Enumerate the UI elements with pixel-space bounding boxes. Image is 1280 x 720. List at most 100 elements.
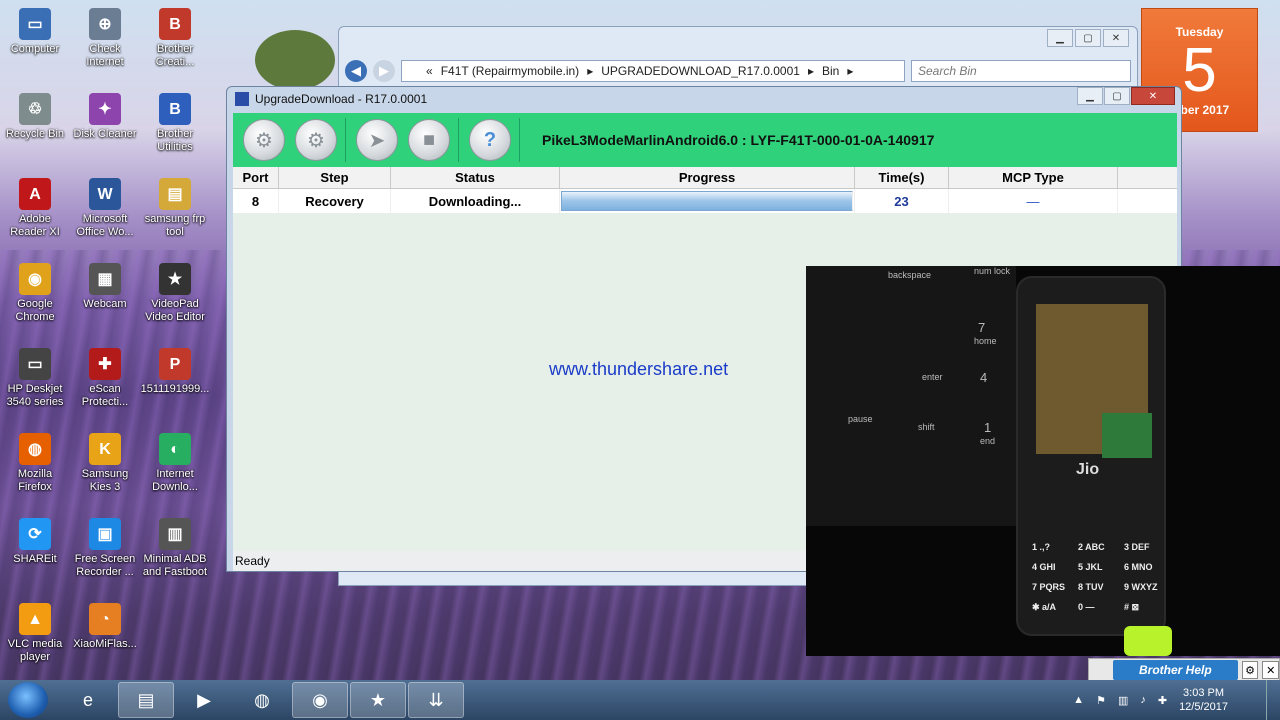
desktop-icon[interactable]: B Brother Utilities bbox=[140, 93, 210, 154]
settings-gear-icon[interactable]: ⚙ bbox=[243, 119, 285, 161]
search-input[interactable]: Search Bin bbox=[911, 60, 1131, 82]
chrome-icon[interactable]: ◉ bbox=[292, 682, 348, 718]
desktop-icon[interactable]: ✦ Disk Cleaner bbox=[70, 93, 140, 141]
file-explorer-icon[interactable]: ▤ bbox=[118, 682, 174, 718]
path-separator: ▸ bbox=[847, 64, 854, 78]
forward-button[interactable]: ▶ bbox=[373, 60, 395, 82]
close-button[interactable]: ✕ bbox=[1131, 87, 1175, 105]
address-bar[interactable]: « F41T (Repairmymobile.in) ▸ UPGRADEDOWN… bbox=[401, 60, 905, 82]
action-center-icon[interactable]: ⚑ bbox=[1096, 694, 1106, 707]
desktop-icon[interactable]: ▭ HP Deskjet 3540 series bbox=[0, 348, 70, 409]
volume-icon[interactable]: ♪ bbox=[1140, 694, 1146, 706]
key-label: shift bbox=[918, 422, 935, 432]
path-segment[interactable]: Bin bbox=[822, 64, 839, 78]
desktop-icon[interactable]: P 1511191999... bbox=[140, 348, 210, 396]
toolbar: ⚙ ⚙ ➤ ■ ? PikeL3ModeMarlinAndroid6.0 : L… bbox=[233, 113, 1177, 167]
start-button[interactable] bbox=[8, 682, 48, 718]
minimize-button[interactable]: ▁ bbox=[1077, 87, 1103, 105]
app-icon: ⊕ bbox=[89, 8, 121, 40]
app-icon: ◔ bbox=[89, 603, 121, 635]
phone-screen-glare bbox=[1102, 413, 1152, 458]
desktop-icon[interactable]: ◐ Internet Downlo... bbox=[140, 433, 210, 494]
desktop-icon-label: Disk Cleaner bbox=[73, 128, 137, 140]
settings-gear-icon[interactable]: ⚙ bbox=[1241, 661, 1259, 679]
column-header-port[interactable]: Port bbox=[233, 167, 279, 188]
desktop-icon[interactable]: ▣ Free Screen Recorder ... bbox=[70, 518, 140, 579]
column-header-progress[interactable]: Progress bbox=[560, 167, 855, 188]
minimize-button[interactable]: ▁ bbox=[1047, 29, 1073, 47]
phone-key: 3 DEF bbox=[1124, 542, 1150, 552]
desktop-icon[interactable]: ✚ eScan Protecti... bbox=[70, 348, 140, 409]
back-button[interactable]: ◀ bbox=[345, 60, 367, 82]
show-desktop-button[interactable] bbox=[1266, 680, 1280, 720]
desktop-icon[interactable]: ♲ Recycle Bin bbox=[0, 93, 70, 141]
webcam-overlay: backspace num lock 7 home enter 4 pause … bbox=[806, 266, 1280, 656]
app-icon: ▤ bbox=[159, 178, 191, 210]
close-button[interactable]: ✕ bbox=[1103, 29, 1129, 47]
desktop-icon[interactable]: ▥ Minimal ADB and Fastboot bbox=[140, 518, 210, 579]
desktop-icon[interactable]: ▲ VLC media player bbox=[0, 603, 70, 664]
key-label: 7 bbox=[978, 320, 986, 335]
window-controls: ▁ ▢ ✕ bbox=[1077, 87, 1175, 105]
desktop-icon[interactable]: A Adobe Reader XI bbox=[0, 178, 70, 239]
app-icon: ◐ bbox=[159, 433, 191, 465]
phone-key: # ⊠ bbox=[1124, 602, 1140, 612]
desktop-icon[interactable]: ★ VideoPad Video Editor bbox=[140, 263, 210, 324]
desktop-icon[interactable]: ⟳ SHAREit bbox=[0, 518, 70, 566]
app-icon: A bbox=[19, 178, 51, 210]
desktop-icon-label: 1511191999... bbox=[140, 383, 210, 395]
desktop-icon[interactable]: B Brother Creati... bbox=[140, 8, 210, 69]
phone-key: 6 MNO bbox=[1124, 562, 1153, 572]
upgrade-download-taskbar-icon[interactable]: ⇊ bbox=[408, 682, 464, 718]
taskbar: e ▤ ▶ ◍ ◉ ★ ⇊ ▲ ⚑ ▥ ♪ ✚ 3:03 PM 12/5/201… bbox=[0, 680, 1280, 720]
videopad-icon[interactable]: ★ bbox=[350, 682, 406, 718]
desktop-icon[interactable]: ◍ Mozilla Firefox bbox=[0, 433, 70, 494]
desktop-icon[interactable]: ▤ samsung frp tool bbox=[140, 178, 210, 239]
path-segment[interactable]: F41T (Repairmymobile.in) bbox=[441, 64, 580, 78]
app-icon: ▭ bbox=[19, 8, 51, 40]
cell-step: Recovery bbox=[279, 189, 391, 213]
desktop-icon[interactable]: K Samsung Kies 3 bbox=[70, 433, 140, 494]
start-download-icon[interactable]: ➤ bbox=[356, 119, 398, 161]
maximize-button[interactable]: ▢ bbox=[1104, 87, 1130, 105]
desktop-icon[interactable]: ▭ Computer bbox=[0, 8, 70, 56]
antivirus-icon[interactable]: ✚ bbox=[1158, 694, 1167, 707]
column-header-status[interactable]: Status bbox=[391, 167, 560, 188]
desktop-icon[interactable]: ⊕ Check Internet bbox=[70, 8, 140, 69]
tray-expand-icon[interactable]: ▲ bbox=[1073, 694, 1084, 706]
desktop-icon-label: eScan Protecti... bbox=[81, 383, 129, 408]
advanced-settings-icon[interactable]: ⚙ bbox=[295, 119, 337, 161]
desktop-icon[interactable]: ◔ XiaoMiFlas... bbox=[70, 603, 140, 651]
column-header-time[interactable]: Time(s) bbox=[855, 167, 949, 188]
desktop-icon[interactable]: ▦ Webcam bbox=[70, 263, 140, 311]
desktop-icon[interactable]: W Microsoft Office Wo... bbox=[70, 178, 140, 239]
key-label: home bbox=[974, 336, 997, 346]
jio-phone-photo: Jio 1 .,? 2 ABC 3 DEF 4 GHI 5 JKL 6 MNO … bbox=[1016, 276, 1166, 636]
column-header-mcp-type[interactable]: MCP Type bbox=[949, 167, 1118, 188]
desktop-icon-label: Webcam bbox=[83, 298, 127, 310]
media-player-icon[interactable]: ▶ bbox=[176, 682, 232, 718]
internet-explorer-icon[interactable]: e bbox=[60, 682, 116, 718]
network-icon[interactable]: ▥ bbox=[1118, 694, 1128, 707]
desktop-icon-label: HP Deskjet 3540 series bbox=[6, 383, 64, 408]
maximize-button[interactable]: ▢ bbox=[1075, 29, 1101, 47]
app-icon: ▲ bbox=[19, 603, 51, 635]
table-row[interactable]: 8 Recovery Downloading... 23 — bbox=[233, 189, 1177, 213]
path-segment[interactable]: UPGRADEDOWNLOAD_R17.0.0001 bbox=[601, 64, 800, 78]
key-label: end bbox=[980, 436, 996, 446]
phone-key: ✱ a/A bbox=[1032, 602, 1057, 612]
app-icon: ▦ bbox=[89, 263, 121, 295]
column-header-step[interactable]: Step bbox=[279, 167, 391, 188]
help-icon[interactable]: ? bbox=[469, 119, 511, 161]
firefox-icon[interactable]: ◍ bbox=[234, 682, 290, 718]
close-icon[interactable]: ✕ bbox=[1262, 661, 1280, 679]
phone-key: 9 WXYZ bbox=[1124, 582, 1158, 592]
stop-icon[interactable]: ■ bbox=[408, 119, 450, 161]
explorer-address-row: ◀ ▶ « F41T (Repairmymobile.in) ▸ UPGRADE… bbox=[345, 59, 1131, 83]
brother-help-bar: Brother Help ⚙ ✕ bbox=[1088, 658, 1280, 682]
wallpaper-tree bbox=[255, 30, 335, 90]
clock[interactable]: 3:03 PM 12/5/2017 bbox=[1179, 686, 1228, 714]
brother-help-button[interactable]: Brother Help bbox=[1113, 660, 1238, 680]
desktop-icon[interactable]: ◉ Google Chrome bbox=[0, 263, 70, 324]
window-titlebar[interactable]: UpgradeDownload - R17.0.0001 bbox=[227, 87, 1181, 111]
